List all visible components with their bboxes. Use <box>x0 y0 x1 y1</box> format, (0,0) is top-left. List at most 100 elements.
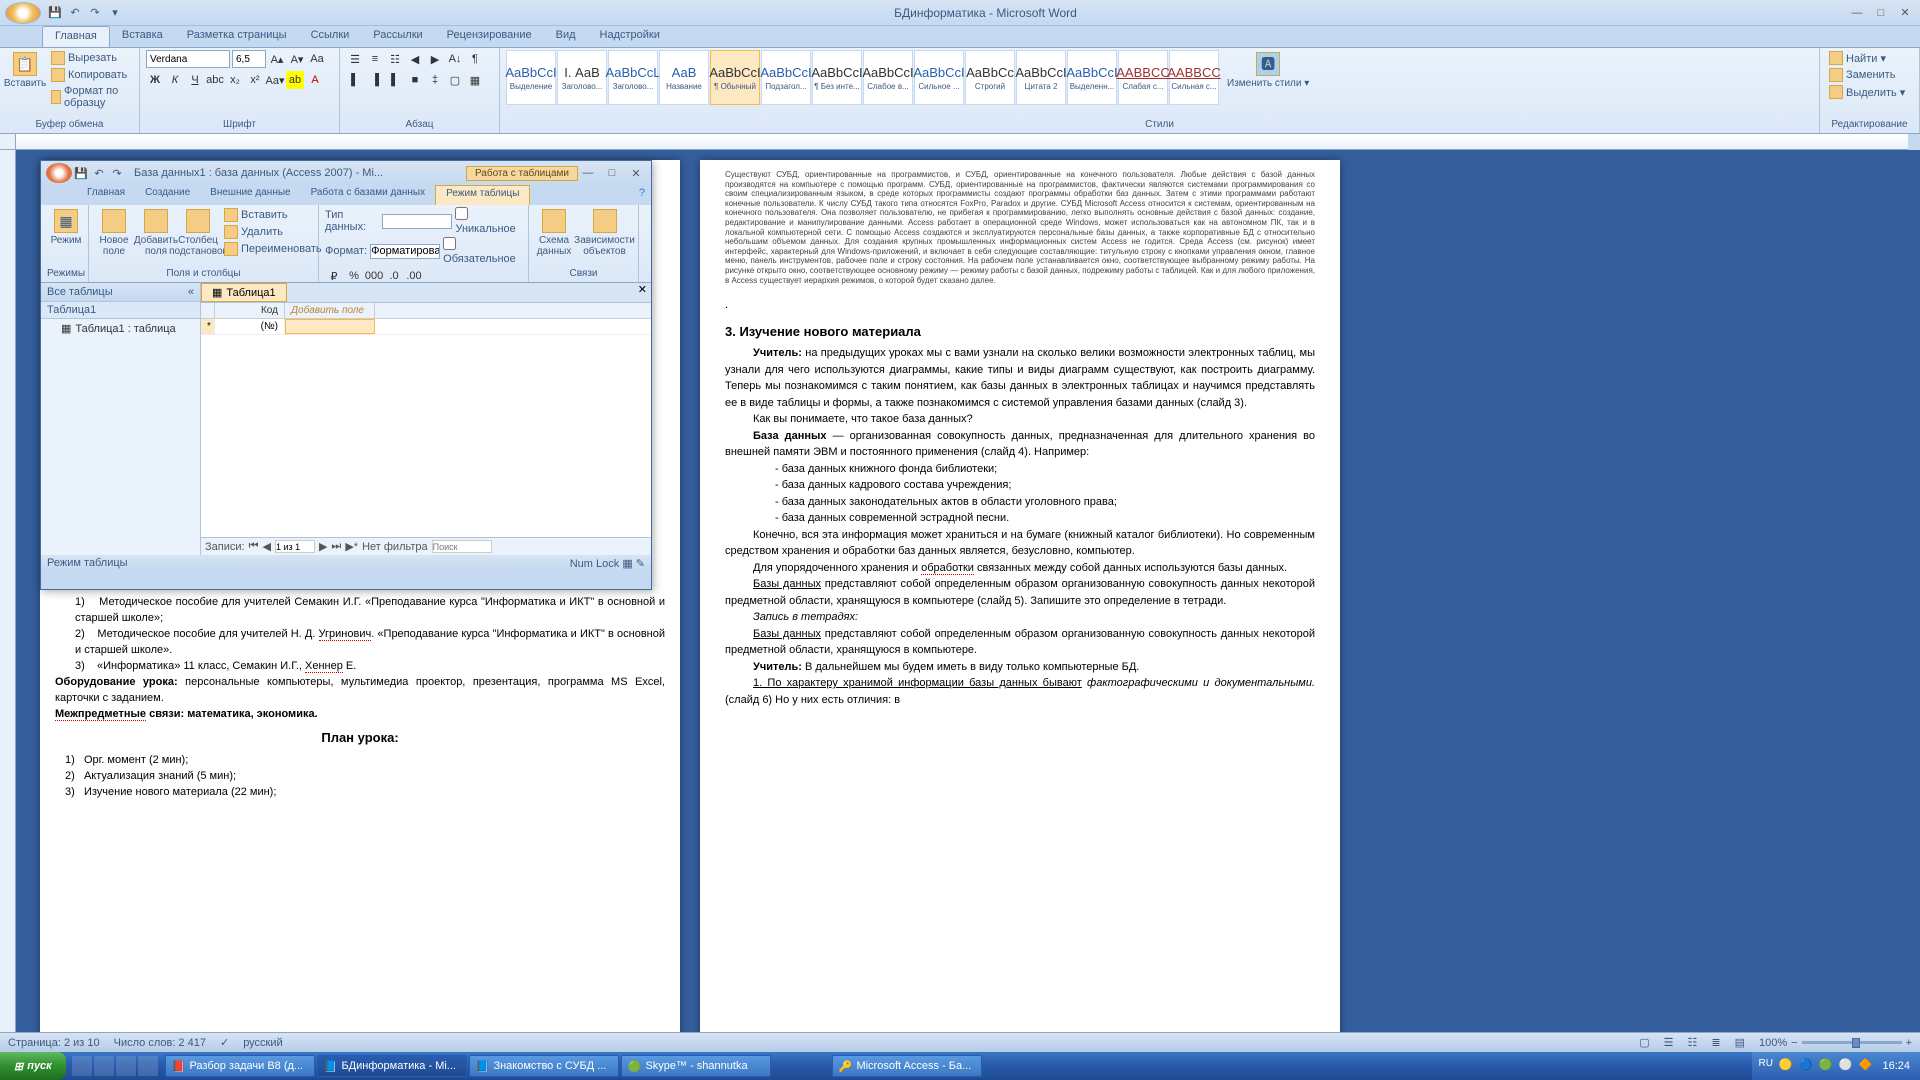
ql-ie-icon[interactable] <box>94 1056 114 1076</box>
tray-icon-5[interactable]: 🔶 <box>1858 1058 1874 1074</box>
access-rename-button[interactable]: Переименовать <box>221 241 325 257</box>
access-new-field-button[interactable]: Новое поле <box>95 207 133 259</box>
spellcheck-icon[interactable]: ✓ <box>220 1036 229 1049</box>
indent-inc-icon[interactable]: ▶ <box>426 50 444 68</box>
zoom-out-icon[interactable]: − <box>1791 1037 1797 1049</box>
multilevel-icon[interactable]: ☷ <box>386 50 404 68</box>
access-tab-external[interactable]: Внешние данные <box>200 185 300 205</box>
tab-references[interactable]: Ссылки <box>299 26 362 47</box>
font-name-input[interactable] <box>146 50 230 68</box>
tray-lang[interactable]: RU <box>1758 1058 1774 1074</box>
numbering-icon[interactable]: ≡ <box>366 50 384 68</box>
format-painter-button[interactable]: Формат по образцу <box>48 84 133 110</box>
horizontal-ruler[interactable] <box>0 134 1908 150</box>
style-item[interactable]: AABBCCСильная с... <box>1169 50 1219 105</box>
access-maximize-icon[interactable]: □ <box>602 166 622 180</box>
align-center-icon[interactable]: ▐ <box>366 71 384 89</box>
access-tab-create[interactable]: Создание <box>135 185 200 205</box>
shrink-font-icon[interactable]: A▾ <box>288 50 306 68</box>
record-search-input[interactable] <box>432 540 492 553</box>
qat-more-icon[interactable]: ▾ <box>106 4 124 22</box>
bullets-icon[interactable]: ☰ <box>346 50 364 68</box>
record-pos-input[interactable] <box>275 540 315 553</box>
task-3[interactable]: 📘Знакомство с СУБД ... <box>469 1055 619 1077</box>
select-button[interactable]: Выделить ▾ <box>1826 84 1908 100</box>
style-item[interactable]: AaBbCcIПодзагол... <box>761 50 811 105</box>
access-close-icon[interactable]: ✕ <box>626 166 646 180</box>
collapse-nav-icon[interactable]: « <box>188 286 194 298</box>
view-print-icon[interactable]: ▢ <box>1639 1036 1649 1049</box>
word-count[interactable]: Число слов: 2 417 <box>114 1037 206 1049</box>
style-item[interactable]: АаВНазвание <box>659 50 709 105</box>
next-record-icon[interactable]: ▶ <box>319 540 327 553</box>
indent-dec-icon[interactable]: ◀ <box>406 50 424 68</box>
tray-icon-1[interactable]: 🟡 <box>1778 1058 1794 1074</box>
line-spacing-icon[interactable]: ‡ <box>426 71 444 89</box>
vertical-ruler[interactable] <box>0 150 16 1032</box>
strike-icon[interactable]: abc <box>206 71 224 89</box>
justify-icon[interactable]: ■ <box>406 71 424 89</box>
cell-new[interactable] <box>285 319 375 334</box>
zoom-value[interactable]: 100% <box>1759 1037 1787 1049</box>
start-button[interactable]: ⊞пуск <box>0 1052 66 1080</box>
copy-button[interactable]: Копировать <box>48 67 133 83</box>
underline-icon[interactable]: Ч <box>186 71 204 89</box>
access-undo-icon[interactable]: ↶ <box>90 164 108 182</box>
tab-mailings[interactable]: Рассылки <box>361 26 434 47</box>
style-item[interactable]: AaBbCcСтрогий <box>965 50 1015 105</box>
document-text-left[interactable]: 1) Методическое пособие для учителей Сем… <box>55 595 665 801</box>
tab-insert[interactable]: Вставка <box>110 26 175 47</box>
undo-icon[interactable]: ↶ <box>66 4 84 22</box>
access-view-design-icon[interactable]: ✎ <box>636 558 645 570</box>
access-dependencies-button[interactable]: Зависимости объектов <box>577 207 632 259</box>
column-header-id[interactable]: Код <box>215 303 285 318</box>
view-outline-icon[interactable]: ≣ <box>1711 1036 1720 1049</box>
tab-home[interactable]: Главная <box>42 26 110 47</box>
document-text-right[interactable]: Существуют СУБД, ориентированные на прог… <box>700 160 1340 1042</box>
font-color-icon[interactable]: A <box>306 71 324 89</box>
style-item[interactable]: AaBbCcIВыделение <box>506 50 556 105</box>
access-datatype-input[interactable] <box>382 214 452 229</box>
superscript-icon[interactable]: x² <box>246 71 264 89</box>
style-item[interactable]: AaBbCcIВыделенн... <box>1067 50 1117 105</box>
borders-icon[interactable]: ▦ <box>466 71 484 89</box>
access-nav-header[interactable]: Все таблицы <box>47 286 113 298</box>
close-tab-icon[interactable]: ✕ <box>634 283 651 302</box>
new-record-icon[interactable]: ▶* <box>345 540 358 553</box>
find-button[interactable]: Найти ▾ <box>1826 50 1908 66</box>
maximize-icon[interactable]: □ <box>1871 6 1891 20</box>
access-format-input[interactable] <box>370 244 440 259</box>
style-item[interactable]: AaBbCcIСильное ... <box>914 50 964 105</box>
cell-id[interactable]: (№) <box>215 319 285 334</box>
tab-addins[interactable]: Надстройки <box>588 26 672 47</box>
replace-button[interactable]: Заменить <box>1826 67 1908 83</box>
change-styles-button[interactable]: 🅰Изменить стили ▾ <box>1223 50 1313 91</box>
access-minimize-icon[interactable]: — <box>578 166 598 180</box>
bold-icon[interactable]: Ж <box>146 71 164 89</box>
style-item[interactable]: AaBbCcLЗаголово... <box>608 50 658 105</box>
cut-button[interactable]: Вырезать <box>48 50 133 66</box>
access-delete-button[interactable]: Удалить <box>221 224 325 240</box>
close-icon[interactable]: ✕ <box>1895 6 1915 20</box>
style-item[interactable]: AaBbCcIЦитата 2 <box>1016 50 1066 105</box>
access-view-button[interactable]: ▦Режим <box>47 207 85 248</box>
access-relationships-button[interactable]: Схема данных <box>535 207 573 259</box>
access-tab-home[interactable]: Главная <box>77 185 135 205</box>
access-office-button[interactable] <box>46 163 72 183</box>
tray-clock[interactable]: 16:24 <box>1878 1060 1914 1072</box>
task-1[interactable]: 📕Разбор задачи В8 (д... <box>165 1055 315 1077</box>
row-selector-header[interactable] <box>201 303 215 318</box>
last-record-icon[interactable]: ⏭ <box>331 540 341 553</box>
tray-icon-3[interactable]: 🟢 <box>1818 1058 1834 1074</box>
case-icon[interactable]: Aa▾ <box>266 71 284 89</box>
access-lookup-button[interactable]: Столбец подстановок <box>179 207 217 259</box>
tab-view[interactable]: Вид <box>544 26 588 47</box>
style-item[interactable]: AaBbCcI¶ Без инте... <box>812 50 862 105</box>
align-left-icon[interactable]: ▌ <box>346 71 364 89</box>
grow-font-icon[interactable]: A▴ <box>268 50 286 68</box>
tray-icon-4[interactable]: ⚪ <box>1838 1058 1854 1074</box>
ql-firefox-icon[interactable] <box>116 1056 136 1076</box>
show-marks-icon[interactable]: ¶ <box>466 50 484 68</box>
zoom-in-icon[interactable]: + <box>1906 1037 1912 1049</box>
save-icon[interactable]: 💾 <box>46 4 64 22</box>
